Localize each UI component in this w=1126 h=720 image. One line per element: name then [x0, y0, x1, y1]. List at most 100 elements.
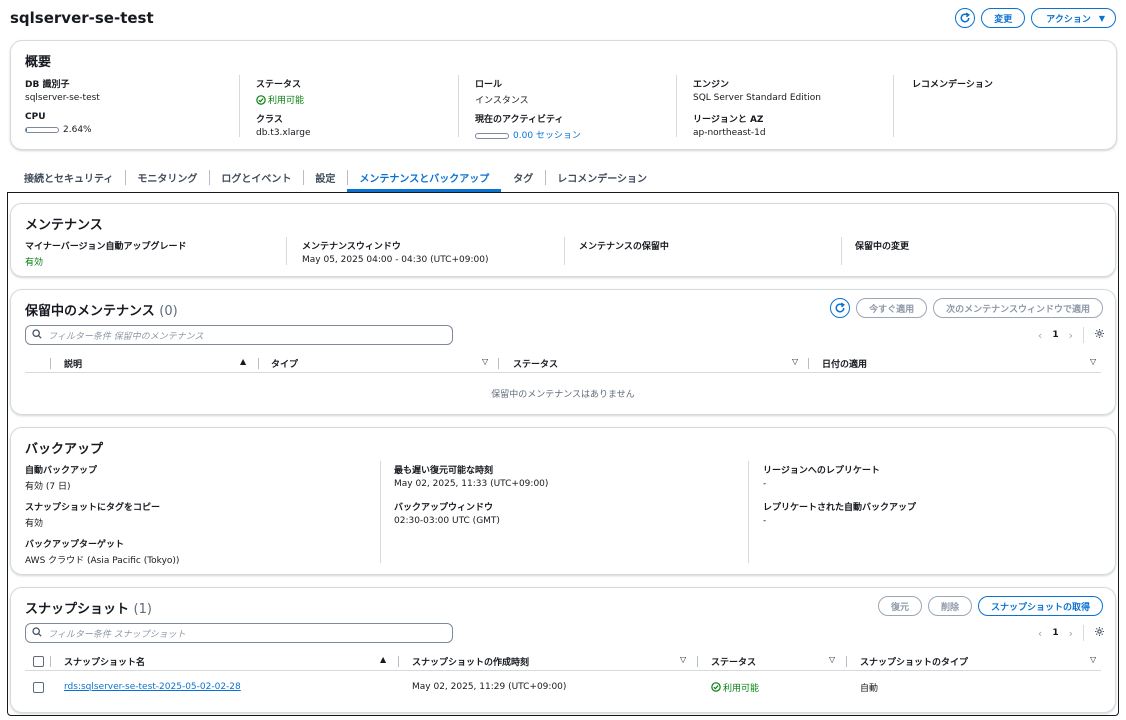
- status-field: ステータス 利用可能: [256, 77, 304, 108]
- region-value: ap-northeast-1d: [693, 128, 766, 138]
- divider: [286, 237, 287, 265]
- latest-restore-value: May 02, 2025, 11:33 (UTC+09:00): [394, 479, 549, 489]
- engine-value: SQL Server Standard Edition: [693, 93, 821, 103]
- caret-down-icon: ▼: [1098, 13, 1105, 23]
- page-number[interactable]: 1: [1052, 330, 1058, 340]
- pending-count: (0): [159, 304, 178, 319]
- sort-ascending-icon[interactable]: ▲: [240, 357, 246, 366]
- actions-button[interactable]: アクション ▼: [1031, 8, 1116, 28]
- snapshot-type-cell: 自動: [860, 683, 879, 694]
- check-circle-icon: [256, 95, 266, 108]
- tab-connectivity[interactable]: 接続とセキュリティ: [12, 163, 125, 192]
- pending-search-input[interactable]: フィルター条件 保留中のメンテナンス: [25, 325, 453, 345]
- refresh-button[interactable]: [955, 8, 976, 28]
- divider: [258, 358, 259, 369]
- col-snapshot-name[interactable]: スナップショット名: [64, 651, 145, 671]
- backup-window-field: バックアップウィンドウ 02:30-03:00 UTC (GMT): [394, 500, 500, 526]
- col-snapshot-created[interactable]: スナップショットの作成時刻: [412, 651, 529, 671]
- snapshot-table-header: スナップショット名 ▲ スナップショットの作成時刻 ▽ ステータス ▽ スナップ…: [25, 651, 1101, 671]
- tab-recommendations[interactable]: レコメンデーション: [545, 163, 659, 192]
- sort-icon[interactable]: ▽: [482, 357, 488, 366]
- col-type[interactable]: タイプ: [271, 353, 298, 373]
- col-snapshot-type[interactable]: スナップショットのタイプ: [860, 651, 968, 671]
- divider: [398, 656, 399, 667]
- modify-button[interactable]: 変更: [981, 8, 1026, 28]
- apply-now-button[interactable]: 今すぐ適用: [856, 298, 928, 318]
- activity-label: 現在のアクティビティ: [475, 115, 564, 125]
- replicated-auto-backup-value: -: [763, 516, 767, 526]
- sort-icon[interactable]: ▽: [829, 655, 835, 664]
- pending-actions: 今すぐ適用 次のメンテナンスウィンドウで適用: [830, 298, 1103, 318]
- backup-window-value: 02:30-03:00 UTC (GMT): [394, 516, 500, 526]
- search-icon: [32, 328, 42, 342]
- delete-button[interactable]: 削除: [927, 596, 972, 616]
- tab-tags[interactable]: タグ: [501, 163, 545, 192]
- region-replication-value: -: [763, 479, 767, 489]
- snapshot-name-link[interactable]: rds:sqlserver-se-test-2025-05-02-02-28: [64, 682, 241, 692]
- snapshots-count: (1): [133, 602, 152, 617]
- summary-title: 概要: [25, 55, 52, 70]
- cpu-value-row: 2.64%: [25, 125, 92, 135]
- maintenance-window-label: メンテナンスウィンドウ: [302, 242, 401, 252]
- backup-title: バックアップ: [25, 442, 104, 457]
- tab-monitoring[interactable]: モニタリング: [125, 163, 209, 192]
- divider: [846, 656, 847, 667]
- backup-target-field: バックアップターゲット AWS クラウド (Asia Pacific (Toky…: [25, 537, 179, 566]
- snapshots-title: スナップショット (1): [25, 598, 152, 617]
- page-number[interactable]: 1: [1052, 628, 1058, 638]
- sort-icon[interactable]: ▽: [1090, 357, 1096, 366]
- sort-icon[interactable]: ▽: [792, 357, 798, 366]
- chevron-left-icon[interactable]: ‹: [1038, 329, 1042, 342]
- divider: [564, 237, 565, 265]
- tab-configuration[interactable]: 設定: [303, 163, 347, 192]
- db-id-label: DB 識別子: [25, 80, 70, 90]
- cpu-label: CPU: [25, 112, 46, 122]
- chevron-right-icon[interactable]: ›: [1069, 627, 1073, 640]
- settings-gear-icon[interactable]: [1094, 626, 1105, 640]
- chevron-left-icon[interactable]: ‹: [1038, 627, 1042, 640]
- chevron-right-icon[interactable]: ›: [1069, 329, 1073, 342]
- db-id-field: DB 識別子 sqlserver-se-test: [25, 77, 100, 103]
- settings-gear-icon[interactable]: [1094, 328, 1105, 342]
- check-circle-icon: [711, 682, 721, 692]
- take-snapshot-button[interactable]: スナップショットの取得: [977, 596, 1103, 616]
- region-replication-field: リージョンへのレプリケート -: [763, 463, 880, 489]
- pending-maintenance-card: 保留中のメンテナンス (0) 今すぐ適用 次のメンテナンスウィンドウで適用 フィ…: [10, 289, 1116, 415]
- class-label: クラス: [256, 115, 283, 125]
- backup-target-value: AWS クラウド (Asia Pacific (Tokyo)): [25, 556, 180, 566]
- snapshot-status-cell: 利用可能: [711, 674, 759, 700]
- sort-icon[interactable]: ▽: [680, 655, 686, 664]
- sort-ascending-icon[interactable]: ▲: [380, 655, 386, 664]
- divider: [50, 358, 51, 369]
- col-description[interactable]: 説明: [64, 353, 82, 373]
- col-status[interactable]: ステータス: [513, 353, 558, 373]
- snapshot-search-placeholder: フィルター条件 スナップショット: [48, 629, 186, 640]
- search-icon: [32, 626, 42, 640]
- select-all-checkbox[interactable]: [33, 655, 44, 667]
- engine-label: エンジン: [693, 80, 730, 90]
- sort-icon[interactable]: ▽: [1090, 655, 1096, 664]
- backup-window-label: バックアップウィンドウ: [394, 503, 494, 513]
- minor-upgrade-label: マイナーバージョン自動アップグレード: [25, 242, 187, 252]
- page-title: sqlserver-se-test: [10, 9, 154, 27]
- row-checkbox[interactable]: [33, 681, 44, 693]
- activity-field: 現在のアクティビティ 0.00 セッション: [475, 112, 581, 141]
- cpu-field: CPU 2.64%: [25, 112, 92, 135]
- activity-value: 0.00 セッション: [513, 131, 581, 141]
- refresh-icon: [960, 12, 971, 23]
- apply-next-window-button[interactable]: 次のメンテナンスウィンドウで適用: [933, 298, 1103, 318]
- snapshot-search-input[interactable]: フィルター条件 スナップショット: [25, 623, 453, 643]
- col-apply-date[interactable]: 日付の適用: [822, 353, 867, 373]
- table-row: rds:sqlserver-se-test-2025-05-02-02-28 M…: [25, 674, 1101, 700]
- refresh-button[interactable]: [830, 298, 851, 318]
- cpu-progress-fill: [26, 127, 27, 132]
- activity-link[interactable]: 0.00 セッション: [475, 128, 581, 141]
- col-snapshot-status[interactable]: ステータス: [711, 651, 756, 671]
- divider: [498, 358, 499, 369]
- restore-button[interactable]: 復元: [877, 596, 922, 616]
- tab-maintenance-backups[interactable]: メンテナンスとバックアップ: [347, 163, 502, 192]
- status-value-row: 利用可能: [256, 93, 304, 108]
- divider: [808, 358, 809, 369]
- tab-logs-events[interactable]: ログとイベント: [209, 163, 303, 192]
- header-actions: 変更 アクション ▼: [955, 8, 1116, 28]
